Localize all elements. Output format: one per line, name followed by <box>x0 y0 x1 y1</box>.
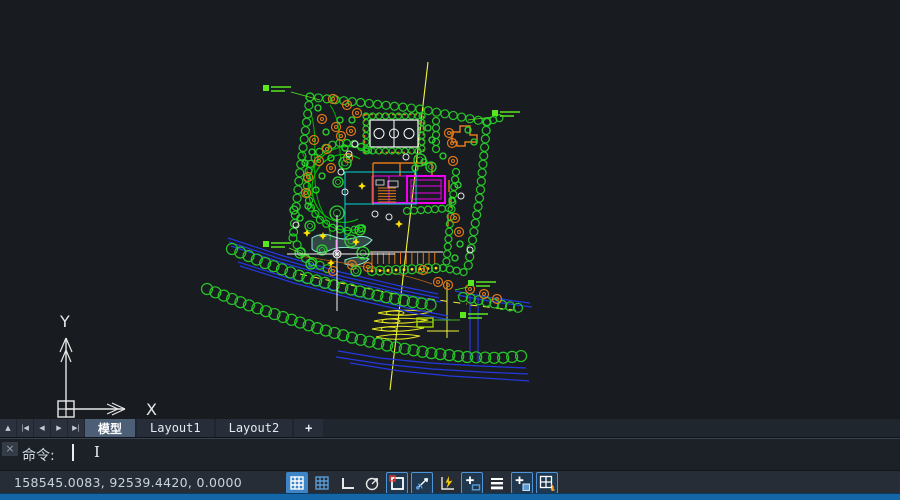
text-caret <box>72 444 74 461</box>
object-snap-icon[interactable] <box>386 472 408 494</box>
annotation-scale-icon[interactable] <box>536 472 558 494</box>
drawing-area[interactable]: XY <box>0 0 900 419</box>
lineweight-icon[interactable] <box>486 472 508 494</box>
command-prompt: 命令: <box>22 445 55 465</box>
add-layout-button[interactable]: + <box>294 419 323 437</box>
status-toggle-group <box>286 471 558 494</box>
collapse-tabs-button[interactable]: ▲ <box>0 419 16 437</box>
tab-layout2[interactable]: Layout2 <box>216 419 293 437</box>
layout-tab-bar: ▲|◀◀▶▶|模型Layout1Layout2+ <box>0 419 900 438</box>
tab-layout1[interactable]: Layout1 <box>137 419 214 437</box>
next-layout-button[interactable]: ▶ <box>51 419 67 437</box>
taskbar-strip <box>0 493 900 500</box>
status-bar: 158545.0083, 92539.4420, 0.0000 <box>0 470 900 493</box>
object-snap-tracking-icon[interactable] <box>411 472 433 494</box>
ucs-y-label: Y <box>59 312 70 331</box>
snap-mode-icon[interactable] <box>311 472 333 494</box>
close-icon[interactable]: × <box>2 442 18 456</box>
quick-properties-icon[interactable] <box>461 472 483 494</box>
prev-layout-button[interactable]: ◀ <box>34 419 50 437</box>
coordinates-display: 158545.0083, 92539.4420, 0.0000 <box>14 475 242 490</box>
last-layout-button[interactable]: ▶| <box>68 419 84 437</box>
ortho-mode-icon[interactable] <box>336 472 358 494</box>
site-plan-canvas: XY <box>0 0 900 419</box>
ibeam-cursor: I <box>94 443 100 461</box>
cad-window: XY ▲|◀◀▶▶|模型Layout1Layout2+ × 命令: I 1585… <box>0 0 900 500</box>
tab-模型[interactable]: 模型 <box>85 419 135 437</box>
selection-cycling-icon[interactable] <box>511 472 533 494</box>
polar-tracking-icon[interactable] <box>361 472 383 494</box>
first-layout-button[interactable]: |◀ <box>17 419 33 437</box>
grid-display-icon[interactable] <box>286 472 308 494</box>
ucs-x-label: X <box>146 400 157 419</box>
dynamic-input-icon[interactable] <box>436 472 458 494</box>
command-line[interactable]: × 命令: I <box>0 438 900 470</box>
